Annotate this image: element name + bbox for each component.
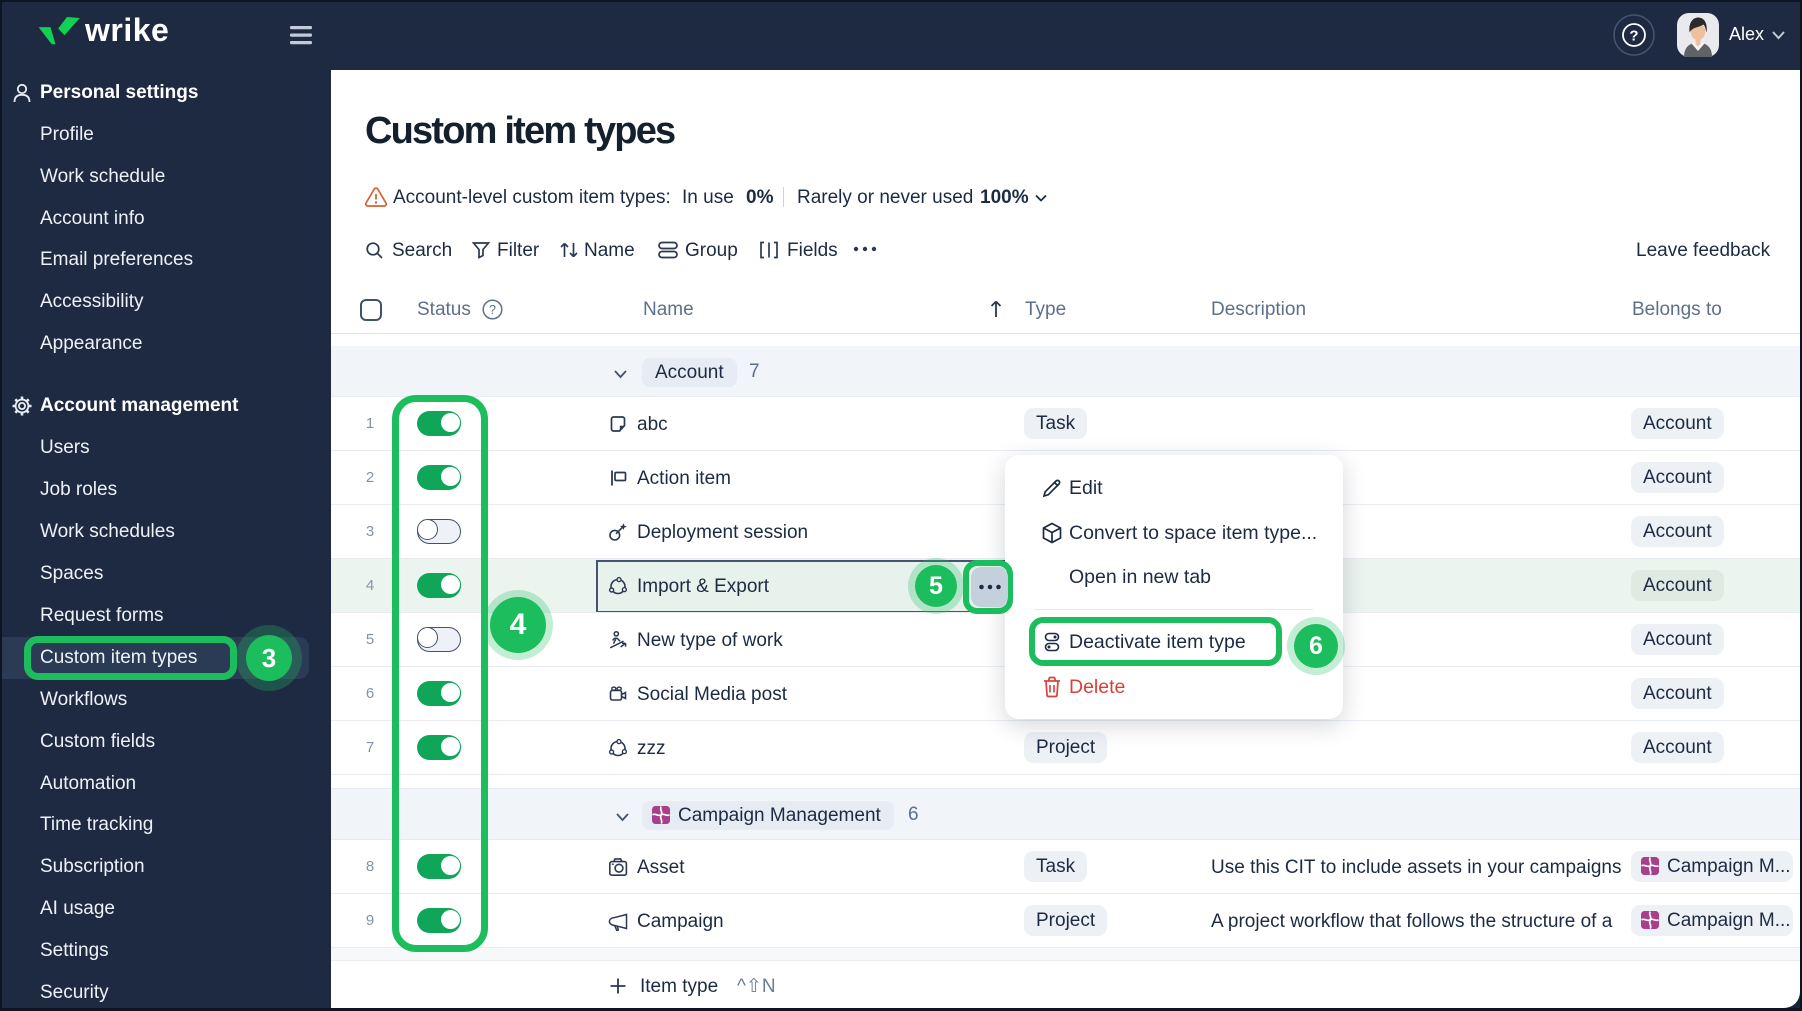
svg-text:?: ? — [1629, 28, 1638, 45]
svg-text:?: ? — [489, 303, 496, 317]
